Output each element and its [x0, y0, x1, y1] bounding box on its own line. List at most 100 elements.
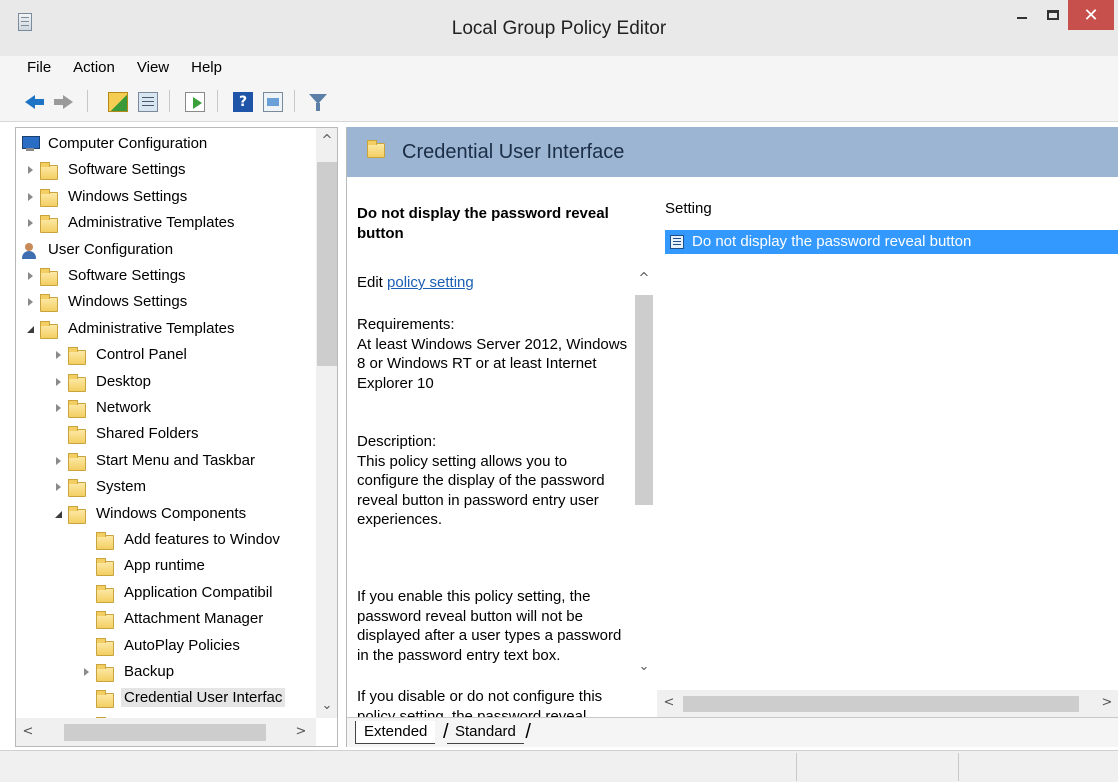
description-text: Description: This policy setting allows …: [357, 433, 605, 528]
folder-icon: [68, 400, 86, 418]
policy-setting-link[interactable]: policy setting: [387, 274, 474, 291]
scroll-left-icon[interactable]: <: [659, 695, 679, 710]
settings-list-area: [647, 177, 1118, 747]
tree-item[interactable]: Windows Settings: [16, 185, 316, 211]
back-arrow-icon[interactable]: [24, 92, 44, 112]
tree-item-label: Backup: [124, 663, 175, 680]
forward-arrow-icon[interactable]: [54, 92, 74, 112]
scroll-down-icon[interactable]: ⌄: [634, 659, 654, 674]
setting-row-selected[interactable]: Do not display the password reveal butto…: [665, 230, 1118, 254]
tree-item[interactable]: Windows Settings: [16, 290, 316, 316]
tree-item-label: Software Settings: [68, 267, 186, 284]
folder-icon: [68, 479, 86, 498]
folder-icon: [68, 347, 86, 366]
expand-arrow-icon[interactable]: [28, 192, 33, 201]
settings-horizontal-scrollbar[interactable]: < >: [657, 690, 1118, 717]
folder-icon: [96, 558, 114, 577]
scroll-thumb[interactable]: [635, 295, 653, 505]
scroll-down-icon[interactable]: ⌄: [317, 698, 337, 713]
tree-item[interactable]: App runtime: [16, 554, 316, 580]
tree-item[interactable]: Start Menu and Taskbar: [16, 449, 316, 475]
tree-item[interactable]: Shared Folders: [16, 422, 316, 448]
expand-arrow-icon[interactable]: [56, 483, 61, 492]
tree-item[interactable]: Attachment Manager: [16, 607, 316, 633]
menu-file[interactable]: File: [27, 56, 51, 80]
tree-item[interactable]: Add features to Windov: [16, 528, 316, 554]
collapse-arrow-icon[interactable]: [54, 510, 64, 520]
tree-item[interactable]: Desktop: [16, 370, 316, 396]
expand-arrow-icon[interactable]: [28, 166, 33, 175]
close-button[interactable]: ✕: [1068, 0, 1114, 30]
tree-pane: Computer Configuration Software Settings W…: [15, 127, 338, 747]
description-scrollbar[interactable]: ^ ⌄: [633, 267, 655, 717]
tree-item[interactable]: Software Settings: [16, 264, 316, 290]
menu-view[interactable]: View: [137, 56, 169, 80]
tree-item-label: Start Menu and Taskbar: [96, 451, 255, 469]
collapse-arrow-icon[interactable]: [26, 325, 36, 335]
folder-icon: [68, 373, 86, 392]
show-hide-tree-icon[interactable]: [138, 92, 158, 112]
tree-item[interactable]: User Configuration: [16, 238, 316, 264]
tree-item[interactable]: Network: [16, 396, 316, 422]
scroll-right-icon[interactable]: >: [291, 724, 311, 739]
maximize-button[interactable]: [1038, 0, 1068, 30]
description-title: Do not display the password reveal butto…: [357, 205, 609, 242]
expand-arrow-icon[interactable]: [56, 351, 61, 360]
scroll-thumb[interactable]: [64, 724, 266, 741]
tree-item[interactable]: AutoPlay Policies: [16, 634, 316, 660]
menu-action[interactable]: Action: [73, 56, 115, 80]
setting-column-header[interactable]: Setting: [665, 200, 712, 217]
tree-item[interactable]: Administrative Templates: [16, 317, 316, 343]
tree-vertical-scrollbar[interactable]: ^ ⌄: [316, 128, 337, 718]
expand-arrow-icon[interactable]: [28, 298, 33, 307]
folder-icon: [40, 188, 58, 207]
scroll-right-icon[interactable]: >: [1097, 695, 1117, 710]
tree-item[interactable]: Credential User Interfac: [16, 686, 316, 712]
menu-help[interactable]: Help: [191, 56, 222, 80]
tab-standard[interactable]: Standard: [443, 721, 531, 744]
tree-item-label: Control Panel: [96, 346, 187, 364]
folder-icon: [40, 268, 58, 286]
expand-arrow-icon[interactable]: [28, 219, 33, 228]
properties-icon[interactable]: [263, 92, 283, 112]
up-one-level-icon[interactable]: [108, 92, 128, 112]
tree-item[interactable]: Software Settings: [16, 158, 316, 184]
minimize-icon: [1017, 17, 1027, 19]
policy-tree: Computer Configuration Software Settings W…: [16, 128, 316, 718]
status-bar: [0, 750, 1118, 782]
expand-arrow-icon[interactable]: [84, 668, 89, 676]
tree-item[interactable]: Backup: [16, 660, 316, 686]
toolbar: ?: [0, 80, 1118, 122]
scroll-up-icon[interactable]: ^: [317, 133, 337, 148]
folder-icon: [40, 215, 58, 234]
export-list-icon[interactable]: [185, 92, 205, 112]
tab-extended[interactable]: Extended: [355, 721, 436, 744]
scroll-left-icon[interactable]: <: [18, 724, 38, 739]
expand-arrow-icon[interactable]: [56, 456, 61, 465]
minimize-button[interactable]: [1006, 0, 1038, 30]
close-icon: ✕: [1083, 4, 1099, 26]
disable-text: If you disable or do not configure this …: [357, 688, 603, 717]
tree-item[interactable]: System: [16, 475, 316, 501]
tree-item[interactable]: Application Compatibil: [16, 581, 316, 607]
edit-label: Edit: [357, 274, 388, 291]
expand-arrow-icon[interactable]: [56, 404, 61, 412]
expand-arrow-icon[interactable]: [56, 377, 61, 386]
window-title: Local Group Policy Editor: [451, 18, 667, 39]
folder-icon: [68, 505, 86, 524]
tree-item-label: System: [96, 478, 147, 496]
scroll-up-icon[interactable]: ^: [634, 271, 654, 286]
filter-icon[interactable]: [308, 92, 328, 112]
tree-horizontal-scrollbar[interactable]: < >: [16, 718, 316, 746]
tree-item[interactable]: Administrative Templates: [16, 211, 316, 237]
tree-item[interactable]: Windows Components: [16, 502, 316, 528]
extended-description: Do not display the password reveal butto…: [347, 177, 657, 717]
requirements-text: Requirements: At least Windows Server 20…: [357, 316, 628, 392]
scroll-thumb[interactable]: [317, 162, 337, 366]
scroll-thumb[interactable]: [683, 696, 1079, 712]
expand-arrow-icon[interactable]: [28, 272, 33, 280]
help-icon[interactable]: ?: [233, 92, 253, 112]
tree-item[interactable]: Control Panel: [16, 343, 316, 369]
tree-item[interactable]: Computer Configuration: [16, 132, 316, 158]
folder-icon: [68, 426, 86, 445]
